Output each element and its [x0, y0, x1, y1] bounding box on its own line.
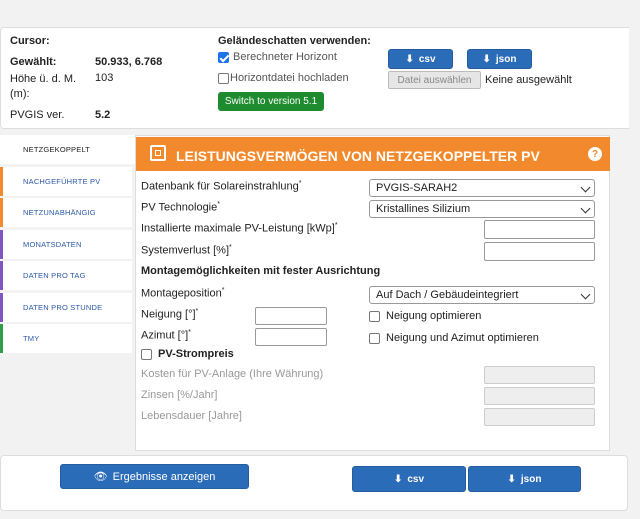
- show-results-button[interactable]: 👁 Ergebnisse anzeigen: [60, 464, 249, 489]
- database-select[interactable]: PVGIS-SARAH2: [369, 179, 595, 197]
- system-cost-label: Kosten für PV-Anlage (Ihre Währung): [141, 368, 324, 380]
- tab-off-grid-label: NETZUNABHÄNGIG: [23, 208, 96, 217]
- upload-horizon-option[interactable]: Horizontdatei hochladen: [218, 72, 349, 84]
- horizon-json-button[interactable]: ⬇ json: [467, 49, 532, 69]
- elevation-label: Höhe ü. d. M. (m):: [10, 73, 77, 100]
- database-label: Datenbank für Solareinstrahlung*: [141, 180, 302, 193]
- version-label: PVGIS ver.: [10, 109, 65, 121]
- tab-grid-connected-label: NETZGEKOPPELT: [23, 145, 91, 154]
- no-file-selected-text: Keine ausgewählt: [485, 74, 572, 86]
- form-title: LEISTUNGSVERMÖGEN VON NETZGEKOPPELTER PV: [176, 148, 540, 164]
- results-json-label: json: [520, 473, 542, 485]
- slope-input[interactable]: [255, 307, 327, 325]
- chevron-down-icon: [580, 182, 591, 193]
- results-csv-label: csv: [407, 473, 425, 485]
- pv-price-label: PV-Strompreis: [158, 348, 234, 360]
- horizon-csv-button[interactable]: ⬇ csv: [388, 49, 453, 69]
- optimize-slope-azimuth-option[interactable]: Neigung und Azimut optimieren: [369, 332, 539, 344]
- version-value: 5.2: [95, 109, 111, 121]
- calculated-horizon-option[interactable]: Berechneter Horizont: [218, 51, 337, 63]
- chevron-down-icon: [580, 289, 591, 300]
- peak-power-label: Installierte maximale PV-Leistung [kWp]*: [141, 222, 338, 235]
- mounting-position-select[interactable]: Auf Dach / Gebäudeintegriert: [369, 286, 595, 304]
- download-icon: ⬇: [507, 473, 516, 485]
- optimize-slope-azimuth-label: Neigung und Azimut optimieren: [386, 332, 539, 344]
- azimuth-label: Azimut [°]*: [141, 329, 191, 342]
- mounting-position-selected-value: Auf Dach / Gebäudeintegriert: [376, 289, 519, 301]
- download-icon: ⬇: [405, 53, 414, 65]
- optimize-slope-azimuth-checkbox[interactable]: [369, 332, 380, 344]
- tab-hourly-data-label: DATEN PRO STUNDE: [23, 303, 103, 312]
- terrain-shadows-title: Geländeschatten verwenden:: [218, 35, 371, 47]
- choose-file-button[interactable]: Datei auswählen: [388, 71, 481, 89]
- horizon-json-label: json: [495, 53, 517, 65]
- cursor-label: Cursor:: [10, 35, 50, 47]
- download-icon: ⬇: [482, 53, 491, 65]
- results-json-button[interactable]: ⬇ json: [468, 466, 581, 492]
- interest-label: Zinsen [%/Jahr]: [141, 389, 218, 401]
- interest-input: [484, 387, 595, 405]
- selected-coordinates: 50.933, 6.768: [95, 56, 163, 68]
- results-csv-button[interactable]: ⬇ csv: [352, 466, 466, 492]
- help-icon[interactable]: ?: [588, 147, 602, 161]
- database-selected-value: PVGIS-SARAH2: [376, 182, 458, 194]
- technology-label: PV Technologie*: [141, 201, 220, 214]
- azimuth-input[interactable]: [255, 328, 327, 346]
- chevron-down-icon: [580, 203, 591, 214]
- lifetime-input: [484, 408, 595, 426]
- selected-label: Gewählt:: [10, 56, 57, 68]
- system-cost-input: [484, 366, 595, 384]
- pv-price-option[interactable]: PV-Strompreis: [141, 348, 234, 360]
- horizon-csv-label: csv: [418, 53, 436, 65]
- tab-daily-data[interactable]: DATEN PRO TAG: [0, 261, 132, 290]
- upload-horizon-checkbox[interactable]: [218, 72, 229, 84]
- calculated-horizon-label: Berechneter Horizont: [233, 51, 337, 63]
- tab-tmy[interactable]: TMY: [0, 324, 132, 353]
- tab-off-grid[interactable]: NETZUNABHÄNGIG: [0, 198, 132, 227]
- peak-power-input[interactable]: [484, 220, 595, 239]
- tab-tracking-pv-label: NACHGEFÜHRTE PV: [23, 177, 101, 186]
- tab-tmy-label: TMY: [23, 334, 40, 343]
- pv-price-checkbox[interactable]: [141, 348, 152, 360]
- solar-panel-icon: [150, 145, 166, 161]
- tab-monthly-data-label: MONATSDATEN: [23, 240, 82, 249]
- upload-horizon-label: Horizontdatei hochladen: [230, 72, 349, 84]
- switch-version-button[interactable]: Switch to version 5.1: [218, 92, 324, 111]
- tab-monthly-data[interactable]: MONATSDATEN: [0, 230, 132, 259]
- lifetime-label: Lebensdauer [Jahre]: [141, 410, 242, 422]
- tab-tracking-pv[interactable]: NACHGEFÜHRTE PV: [0, 167, 132, 196]
- mounting-position-label: Montageposition*: [141, 287, 225, 300]
- system-loss-label: Systemverlust [%]*: [141, 244, 232, 257]
- calculated-horizon-checkbox[interactable]: [218, 51, 229, 63]
- eye-icon: 👁: [93, 471, 108, 483]
- elevation-value: 103: [95, 72, 114, 84]
- technology-select[interactable]: Kristallines Silizium: [369, 200, 595, 218]
- tab-hourly-data[interactable]: DATEN PRO STUNDE: [0, 293, 132, 322]
- tab-grid-connected[interactable]: NETZGEKOPPELT: [0, 135, 135, 164]
- mounting-section-title: Montagemöglichkeiten mit fester Ausricht…: [141, 265, 381, 277]
- tab-daily-data-label: DATEN PRO TAG: [23, 271, 86, 280]
- optimize-slope-option[interactable]: Neigung optimieren: [369, 310, 481, 322]
- optimize-slope-label: Neigung optimieren: [386, 310, 482, 322]
- download-icon: ⬇: [393, 473, 403, 485]
- show-results-label: Ergebnisse anzeigen: [112, 470, 216, 483]
- technology-selected-value: Kristallines Silizium: [376, 203, 471, 215]
- page-scrollbar[interactable]: [629, 0, 640, 519]
- optimize-slope-checkbox[interactable]: [369, 310, 380, 322]
- system-loss-input[interactable]: [484, 242, 595, 261]
- slope-label: Neigung [°]*: [141, 308, 199, 321]
